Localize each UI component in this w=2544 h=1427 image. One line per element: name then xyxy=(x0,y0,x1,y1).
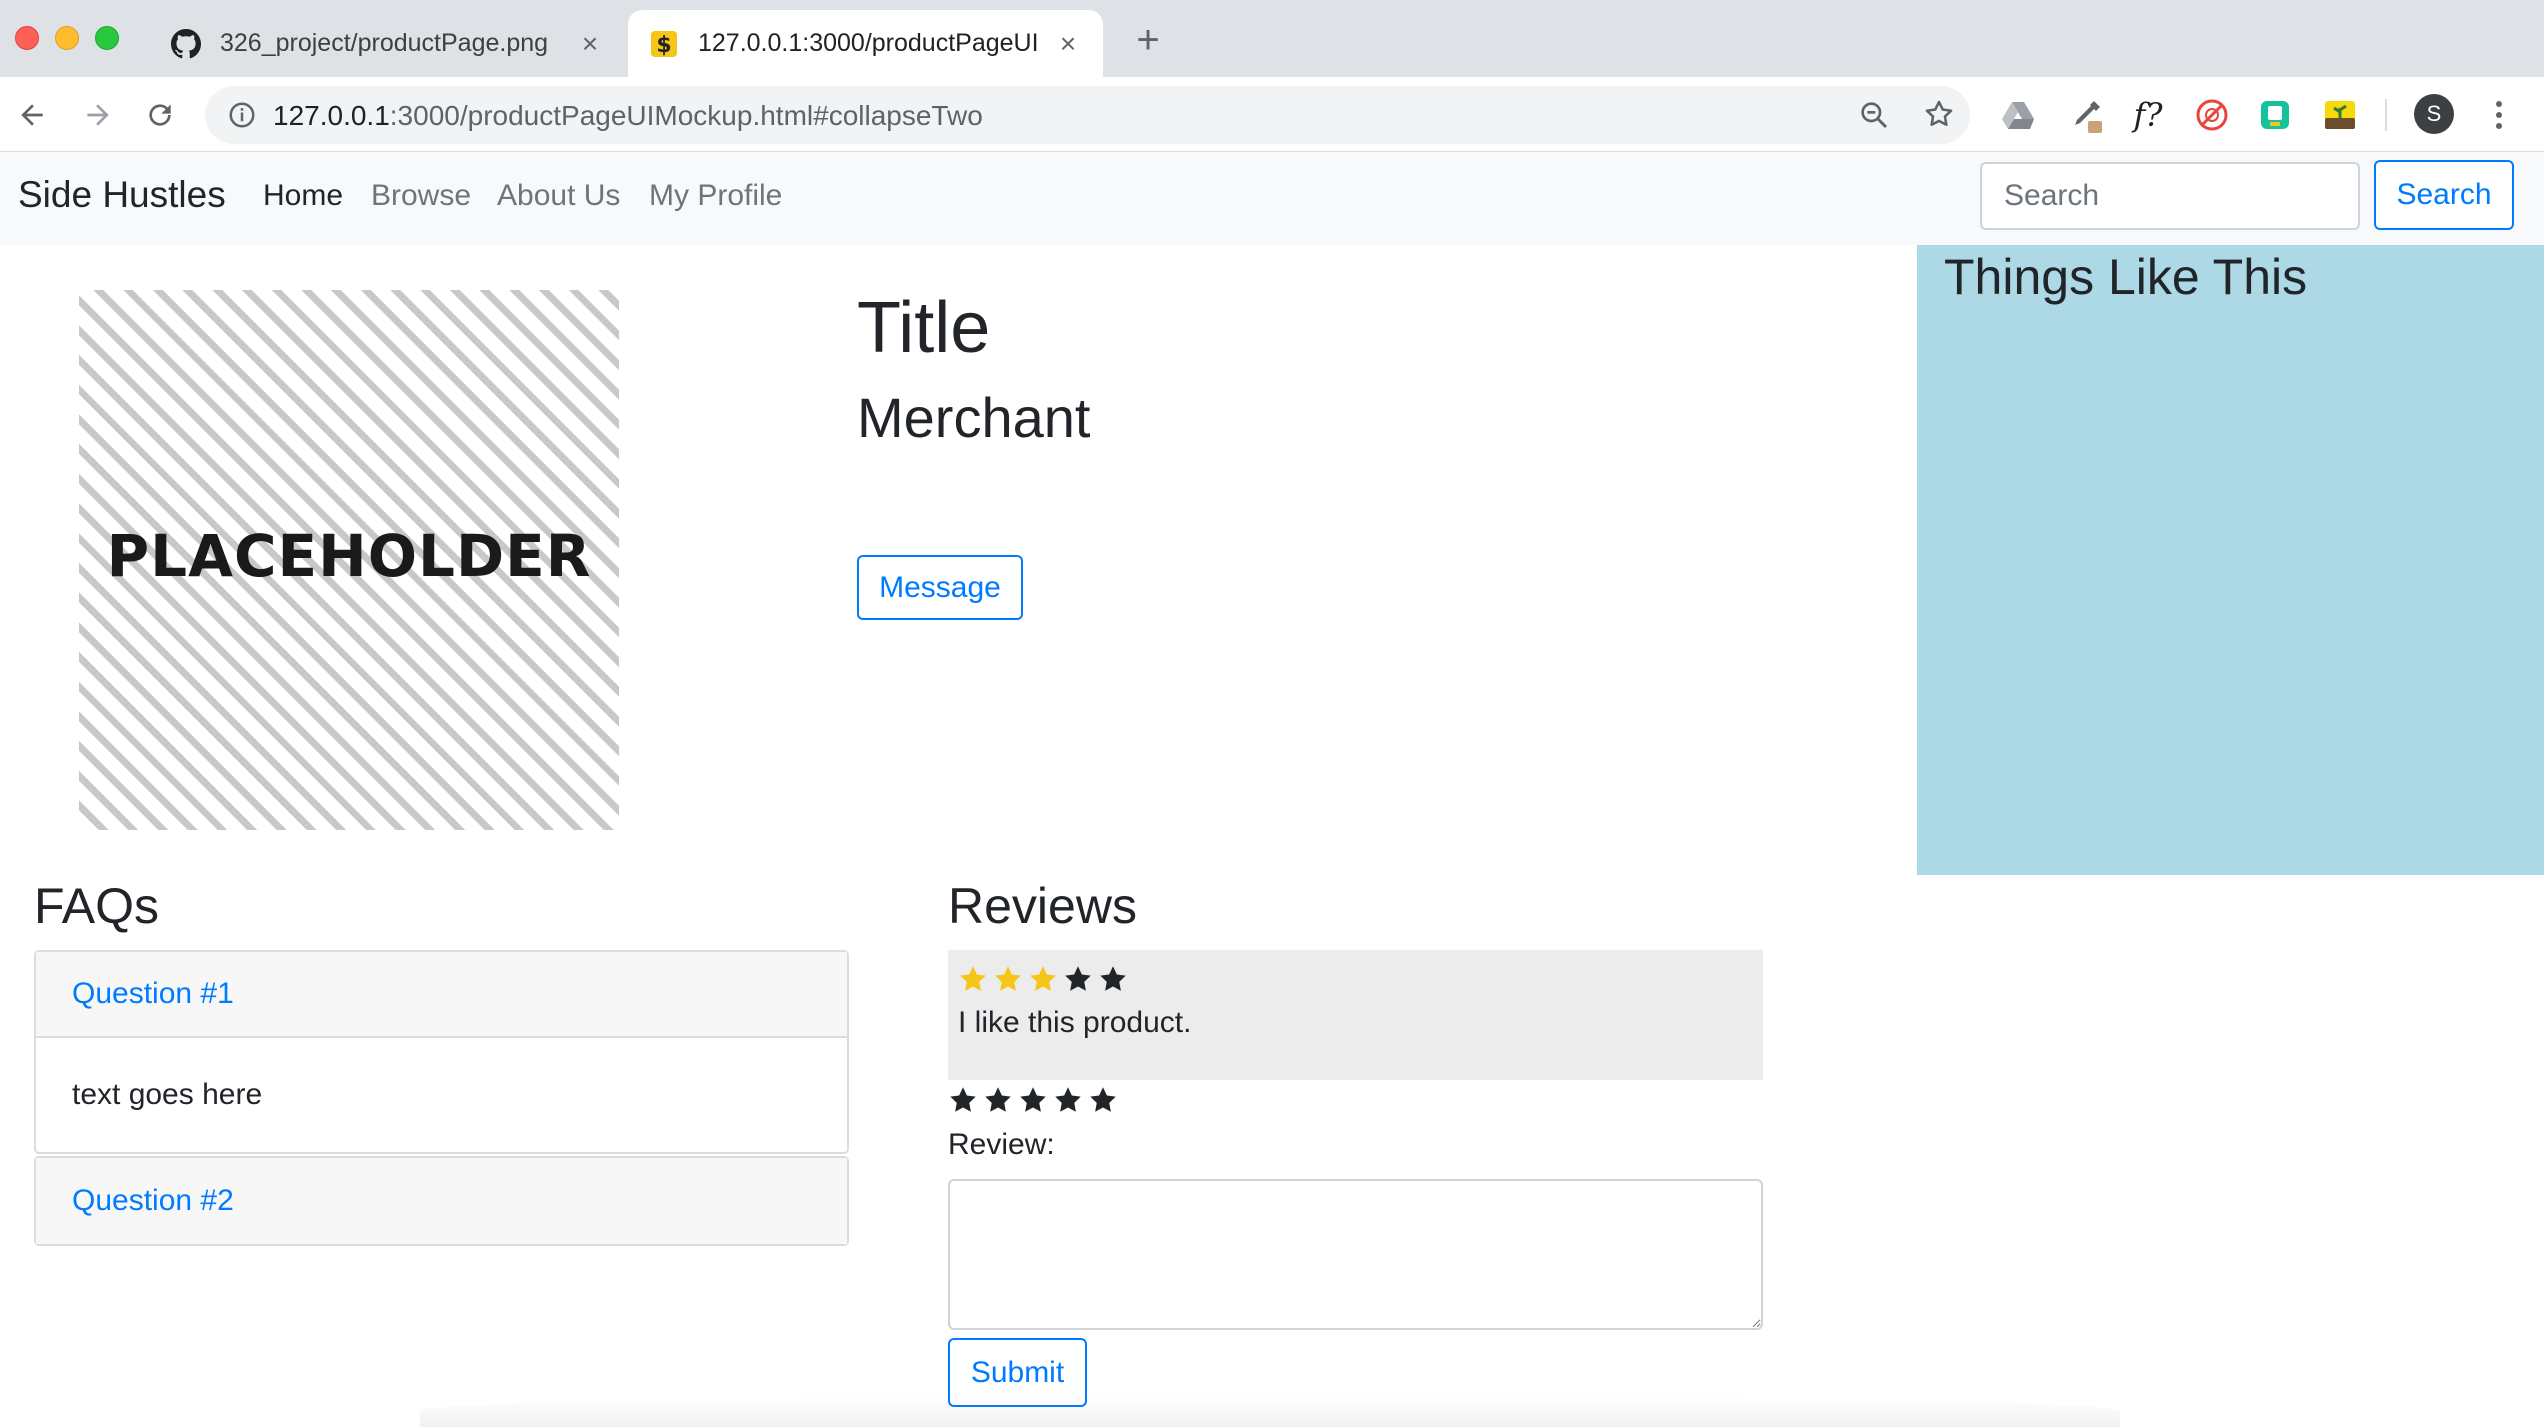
tab-close-icon[interactable]: × xyxy=(1053,28,1083,60)
page-bottom-shadow xyxy=(420,1395,2120,1427)
star-icon xyxy=(1065,966,1091,991)
window-zoom-button[interactable] xyxy=(95,26,119,50)
site-brand[interactable]: Side Hustles xyxy=(18,174,226,216)
bookmark-star-icon[interactable] xyxy=(1922,97,1956,136)
tab-close-icon[interactable]: × xyxy=(575,28,605,60)
site-info-icon[interactable] xyxy=(227,100,257,135)
search-input[interactable] xyxy=(1980,162,2360,230)
toolbar-divider xyxy=(2385,99,2387,131)
review-item: I like this product. xyxy=(948,950,1763,1080)
github-icon xyxy=(170,28,202,60)
faq-heading: FAQs xyxy=(34,878,160,934)
search-button[interactable]: Search xyxy=(2374,160,2514,230)
new-tab-plus-icon[interactable]: + xyxy=(1128,20,1168,60)
review-textarea[interactable] xyxy=(948,1179,1763,1330)
star-icon[interactable] xyxy=(1053,1085,1083,1115)
browser-toolbar: 127.0.0.1:3000/productPageUIMockup.html#… xyxy=(0,77,2544,152)
browser-tab-active[interactable]: $ 127.0.0.1:3000/productPageUI × xyxy=(628,10,1103,77)
drive-icon[interactable] xyxy=(1998,95,2038,135)
faq-question-2[interactable]: Question #2 xyxy=(36,1158,847,1244)
browser-tab-strip: 326_project/productPage.png × $ 127.0.0.… xyxy=(0,0,2544,77)
plant-icon[interactable] xyxy=(2320,95,2360,135)
faq-accordion: Question #1 text goes here Question #2 xyxy=(34,950,849,1246)
url-path: :3000/productPageUIMockup.html#collapseT… xyxy=(389,100,983,131)
product-image-label: PLACEHOLDER xyxy=(106,522,592,590)
reload-icon[interactable] xyxy=(138,93,182,137)
product-title: Title xyxy=(857,288,991,368)
window-minimize-button[interactable] xyxy=(55,26,79,50)
no-entry-icon[interactable] xyxy=(2192,95,2232,135)
faq-card: Question #2 xyxy=(34,1156,849,1246)
star-icon[interactable] xyxy=(948,1085,978,1115)
nav-link-home[interactable]: Home xyxy=(263,179,343,213)
forward-arrow-icon[interactable] xyxy=(76,93,120,137)
faq-answer-1: text goes here xyxy=(72,1078,263,1111)
address-bar[interactable]: 127.0.0.1:3000/productPageUIMockup.html#… xyxy=(205,86,1970,144)
star-icon xyxy=(960,966,986,991)
rating-input-stars[interactable] xyxy=(948,1085,1118,1115)
zoom-icon[interactable] xyxy=(1858,99,1890,136)
merchant-name: Merchant xyxy=(857,386,1091,449)
tab-title: 127.0.0.1:3000/productPageUI xyxy=(698,29,1039,57)
review-rating-stars xyxy=(958,964,1128,994)
star-icon xyxy=(995,966,1021,991)
faq-question-1[interactable]: Question #1 xyxy=(36,952,847,1038)
reviews-heading: Reviews xyxy=(948,878,1137,934)
svg-text:$: $ xyxy=(656,33,671,58)
grammarly-icon[interactable] xyxy=(2255,95,2295,135)
review-text: I like this product. xyxy=(958,1006,1192,1039)
site-favicon-icon: $ xyxy=(648,28,680,60)
review-label: Review: xyxy=(948,1128,1055,1161)
font-finder-icon[interactable]: f? xyxy=(2128,95,2168,135)
tab-title: 326_project/productPage.png xyxy=(220,29,549,57)
product-image: PLACEHOLDER xyxy=(79,290,619,830)
similar-items-title: Things Like This xyxy=(1944,249,2308,305)
back-arrow-icon[interactable] xyxy=(10,93,54,137)
star-icon[interactable] xyxy=(983,1085,1013,1115)
faq-card: Question #1 text goes here xyxy=(34,950,849,1154)
more-options-icon[interactable] xyxy=(2484,94,2514,136)
message-button[interactable]: Message xyxy=(857,555,1023,620)
site-navbar: Side Hustles Home Browse About Us My Pro… xyxy=(0,152,2544,245)
url-host: 127.0.0.1 xyxy=(273,100,390,131)
eyedropper-icon[interactable] xyxy=(2066,95,2106,135)
star-icon xyxy=(1100,966,1126,991)
similar-items-panel: Things Like This xyxy=(1917,245,2544,875)
browser-tab-github[interactable]: 326_project/productPage.png × xyxy=(150,10,625,77)
profile-avatar[interactable]: S xyxy=(2414,94,2454,134)
nav-link-my-profile[interactable]: My Profile xyxy=(649,179,782,213)
star-icon[interactable] xyxy=(1088,1085,1118,1115)
window-close-button[interactable] xyxy=(15,26,39,50)
star-icon[interactable] xyxy=(1018,1085,1048,1115)
url-text: 127.0.0.1:3000/productPageUIMockup.html#… xyxy=(273,100,983,132)
star-icon xyxy=(1030,966,1056,991)
nav-link-browse[interactable]: Browse xyxy=(371,179,471,213)
nav-link-about-us[interactable]: About Us xyxy=(497,179,620,213)
